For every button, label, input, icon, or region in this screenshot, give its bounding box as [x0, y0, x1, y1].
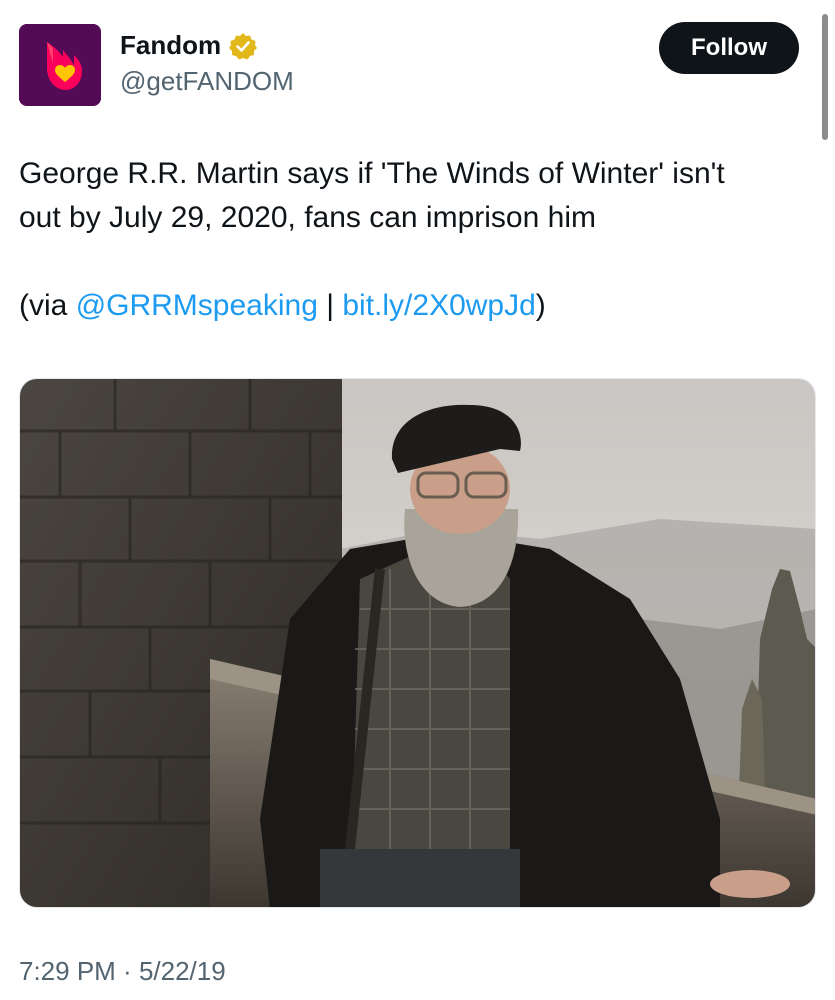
fandom-avatar[interactable]: [19, 24, 101, 106]
display-name[interactable]: Fandom: [120, 30, 221, 61]
tweet-time[interactable]: 7:29 PM: [19, 956, 116, 986]
follow-button[interactable]: Follow: [659, 22, 799, 74]
timestamp-dot: ·: [115, 956, 139, 986]
verified-badge-icon: [229, 32, 258, 60]
tweet-text-line-1: George R.R. Martin says if 'The Winds of…: [19, 157, 725, 190]
user-handle[interactable]: @getFANDOM: [120, 66, 294, 97]
tweet-timestamp[interactable]: 7:29 PM · 5/22/19: [19, 956, 226, 987]
scrollbar[interactable]: [822, 14, 828, 140]
url-link[interactable]: bit.ly/2X0wpJd: [342, 289, 535, 322]
via-close-text: ): [535, 289, 546, 322]
tweet-date[interactable]: 5/22/19: [139, 956, 226, 986]
name-row: Fandom: [120, 30, 258, 61]
tweet-photo[interactable]: [19, 378, 816, 908]
tweet-view: Fandom @getFANDOM Follow George R.R. Mar…: [0, 0, 835, 1000]
photo-man-in-cap-on-castle-balcony: [20, 379, 815, 907]
separator-text: |: [317, 289, 343, 322]
via-open-text: (via: [19, 289, 76, 322]
mention-link[interactable]: @GRRMspeaking: [76, 289, 318, 322]
tweet-body: George R.R. Martin says if 'The Winds of…: [19, 152, 809, 240]
tweet-text-line-2: out by July 29, 2020, fans can imprison …: [19, 201, 596, 234]
fandom-flame-heart-icon: [19, 24, 101, 106]
tweet-via-line: (via @GRRMspeaking | bit.ly/2X0wpJd): [19, 284, 546, 328]
